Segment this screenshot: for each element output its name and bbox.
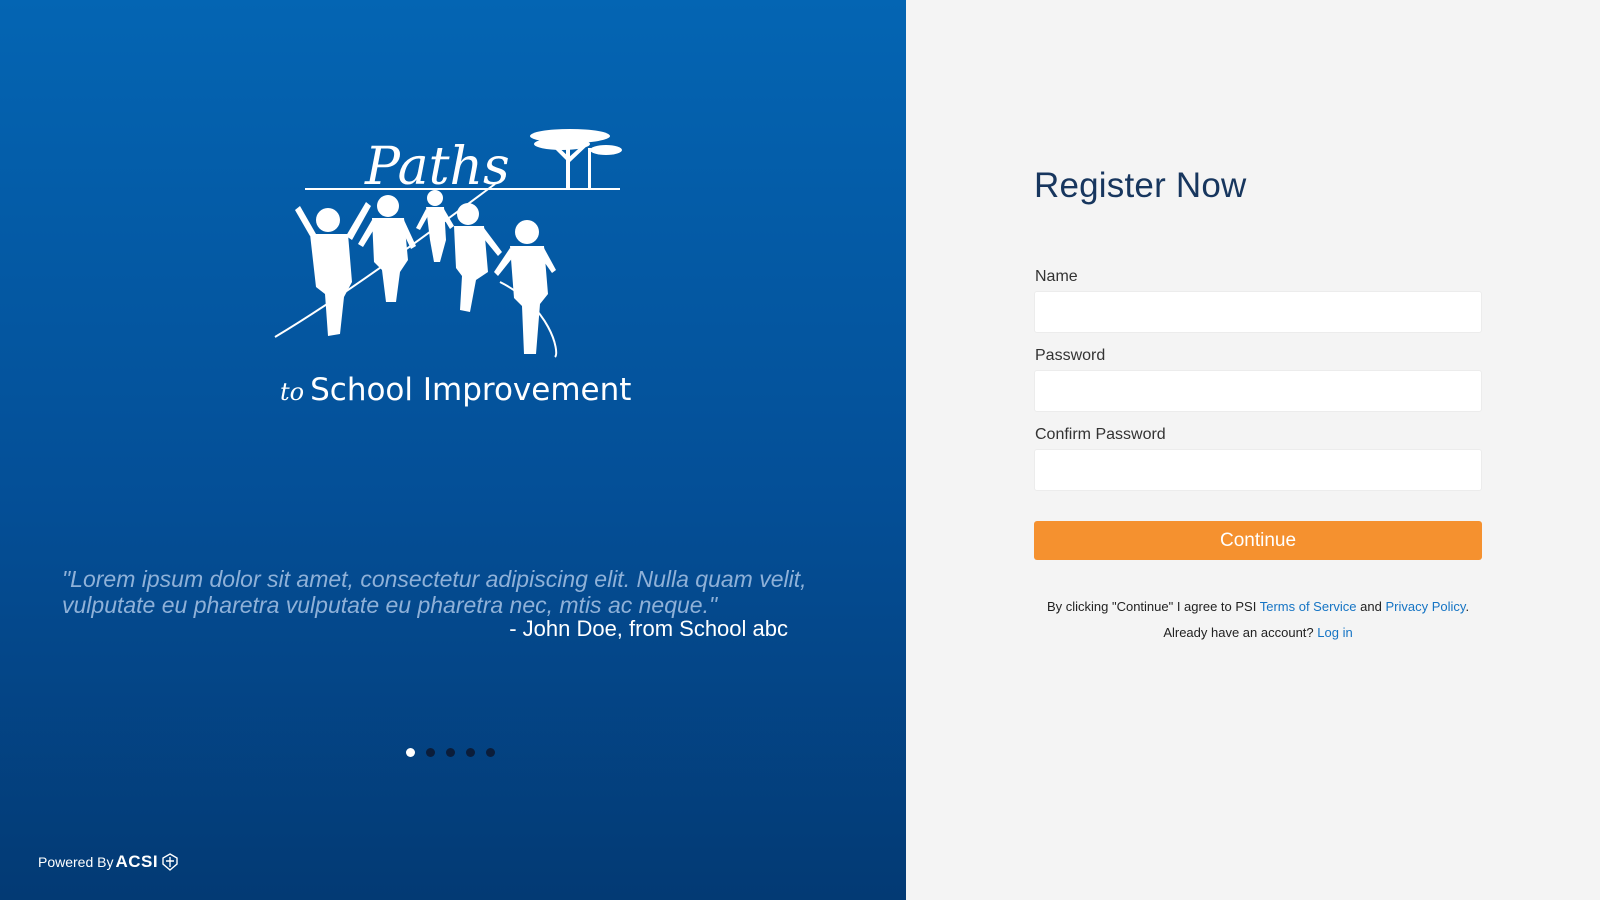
terms-suffix: . bbox=[1465, 599, 1470, 614]
terms-and: and bbox=[1360, 599, 1382, 614]
account-prompt: Already have an account? bbox=[1163, 625, 1314, 640]
login-prompt: Already have an account? Log in bbox=[1034, 625, 1482, 640]
password-label: Password bbox=[1035, 347, 1106, 364]
testimonial-quote: "Lorem ipsum dolor sit amet, consectetur… bbox=[62, 566, 807, 618]
password-input[interactable] bbox=[1034, 370, 1482, 412]
name-label: Name bbox=[1035, 268, 1078, 285]
carousel-dot-4[interactable] bbox=[466, 748, 475, 757]
logo-subtitle-prefix: to bbox=[280, 378, 305, 406]
terms-notice: By clicking "Continue" I agree to PSI Te… bbox=[1034, 599, 1482, 614]
register-page: Paths to School Improvement "Lorem ipsum… bbox=[0, 0, 1600, 900]
logo-subtitle-text: School Improvement bbox=[310, 372, 632, 408]
logo-title: Paths bbox=[364, 137, 510, 197]
confirm-password-input[interactable] bbox=[1034, 449, 1482, 491]
register-form-panel: Register Now Name Password Confirm Passw… bbox=[906, 0, 1600, 900]
promo-panel: Paths to School Improvement "Lorem ipsum… bbox=[0, 0, 906, 900]
privacy-policy-link[interactable]: Privacy Policy bbox=[1385, 599, 1465, 614]
paths-logo-children-tree-icon: Paths bbox=[274, 129, 622, 358]
carousel-dots bbox=[406, 748, 495, 757]
carousel-dot-3[interactable] bbox=[446, 748, 455, 757]
acsi-emblem-icon bbox=[162, 853, 178, 871]
carousel-dot-1[interactable] bbox=[406, 748, 415, 757]
powered-by-brand: ACSI bbox=[115, 852, 159, 871]
name-input[interactable] bbox=[1034, 291, 1482, 333]
powered-by: Powered By ACSI bbox=[38, 852, 180, 872]
carousel-dot-2[interactable] bbox=[426, 748, 435, 757]
logo-subtitle: to School Improvement bbox=[280, 372, 631, 408]
page-title: Register Now bbox=[1034, 166, 1247, 205]
terms-of-service-link[interactable]: Terms of Service bbox=[1260, 599, 1357, 614]
confirm-password-label: Confirm Password bbox=[1035, 426, 1166, 443]
continue-button[interactable]: Continue bbox=[1034, 521, 1482, 560]
carousel-dot-5[interactable] bbox=[486, 748, 495, 757]
powered-by-label: Powered By bbox=[38, 854, 114, 870]
login-link[interactable]: Log in bbox=[1317, 625, 1352, 640]
testimonial-attribution: - John Doe, from School abc bbox=[509, 616, 788, 641]
terms-prefix: By clicking "Continue" I agree to PSI bbox=[1046, 599, 1257, 614]
